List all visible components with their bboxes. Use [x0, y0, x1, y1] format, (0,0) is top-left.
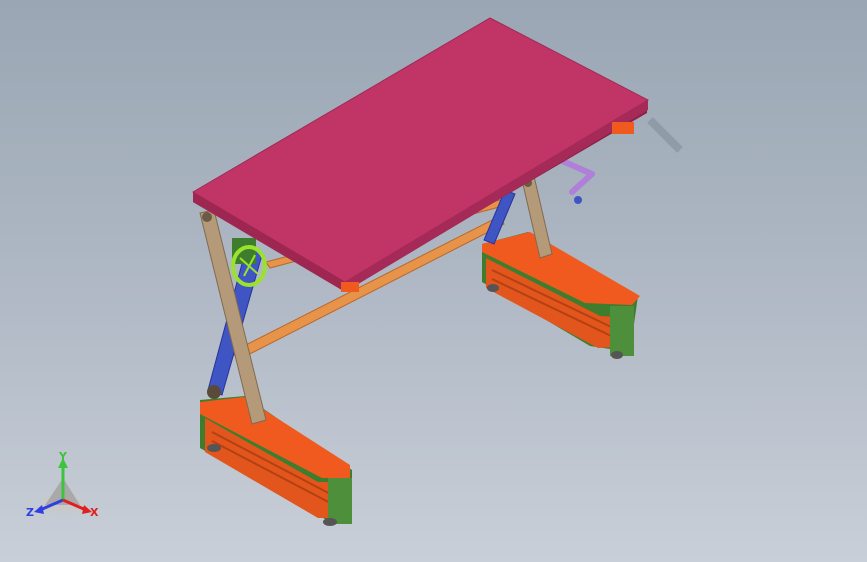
- front-base-foot: [207, 444, 221, 452]
- front-base-endcap: [328, 478, 352, 524]
- front-base-foot: [323, 518, 337, 526]
- shadow-stroke: [647, 117, 683, 153]
- crank-shaft: [557, 157, 595, 177]
- x-axis-label: X: [90, 506, 99, 519]
- rear-base-foot: [487, 284, 499, 292]
- y-axis-label: Y: [58, 450, 68, 463]
- coordinate-triad: Y Z X: [26, 450, 99, 519]
- front-base[interactable]: [200, 396, 352, 526]
- tabletop-bracket: [341, 282, 359, 292]
- pivot-joint: [202, 212, 212, 222]
- crank-arm: [569, 171, 595, 195]
- rear-base[interactable]: [482, 232, 640, 359]
- crank-knob[interactable]: [574, 196, 582, 204]
- crank-handle[interactable]: [557, 157, 595, 204]
- pivot-joint: [207, 385, 221, 399]
- tabletop-bracket: [612, 122, 634, 134]
- model-scene[interactable]: Y Z X: [0, 0, 867, 562]
- rear-base-endcap: [610, 306, 634, 356]
- cad-viewport[interactable]: Y Z X: [0, 0, 867, 562]
- z-axis-label: Z: [26, 506, 34, 519]
- rear-base-foot: [611, 351, 623, 359]
